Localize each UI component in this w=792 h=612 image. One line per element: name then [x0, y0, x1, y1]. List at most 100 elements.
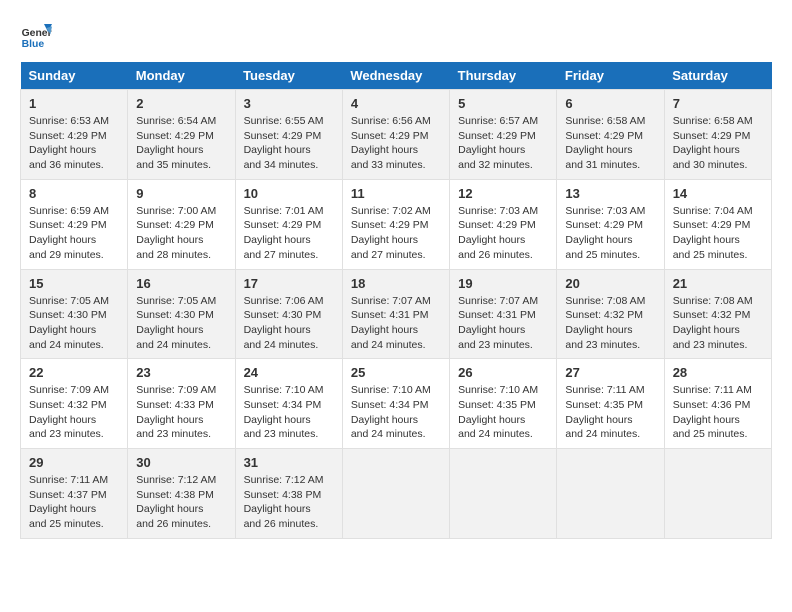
calendar-cell: 27 Sunrise: 7:11 AMSunset: 4:35 PMDaylig…	[557, 359, 664, 449]
day-info: Sunrise: 6:58 AMSunset: 4:29 PMDaylight …	[565, 115, 645, 171]
day-number: 25	[351, 365, 441, 380]
day-info: Sunrise: 6:58 AMSunset: 4:29 PMDaylight …	[673, 115, 753, 171]
day-info: Sunrise: 7:11 AMSunset: 4:37 PMDaylight …	[29, 474, 108, 530]
day-number: 28	[673, 365, 763, 380]
calendar-cell: 15 Sunrise: 7:05 AMSunset: 4:30 PMDaylig…	[21, 269, 128, 359]
calendar-cell: 6 Sunrise: 6:58 AMSunset: 4:29 PMDayligh…	[557, 90, 664, 180]
calendar-cell: 28 Sunrise: 7:11 AMSunset: 4:36 PMDaylig…	[664, 359, 771, 449]
calendar-cell	[664, 449, 771, 539]
calendar-cell: 1 Sunrise: 6:53 AMSunset: 4:29 PMDayligh…	[21, 90, 128, 180]
day-info: Sunrise: 7:00 AMSunset: 4:29 PMDaylight …	[136, 205, 216, 261]
day-number: 9	[136, 186, 226, 201]
col-header-friday: Friday	[557, 62, 664, 90]
day-info: Sunrise: 7:01 AMSunset: 4:29 PMDaylight …	[244, 205, 324, 261]
day-info: Sunrise: 7:07 AMSunset: 4:31 PMDaylight …	[351, 295, 431, 351]
week-row-3: 15 Sunrise: 7:05 AMSunset: 4:30 PMDaylig…	[21, 269, 772, 359]
col-header-sunday: Sunday	[21, 62, 128, 90]
day-info: Sunrise: 7:11 AMSunset: 4:36 PMDaylight …	[673, 384, 752, 440]
day-info: Sunrise: 6:53 AMSunset: 4:29 PMDaylight …	[29, 115, 109, 171]
calendar-cell: 17 Sunrise: 7:06 AMSunset: 4:30 PMDaylig…	[235, 269, 342, 359]
col-header-thursday: Thursday	[450, 62, 557, 90]
day-number: 17	[244, 276, 334, 291]
day-number: 4	[351, 96, 441, 111]
logo-icon: General Blue	[20, 20, 52, 52]
day-number: 22	[29, 365, 119, 380]
day-info: Sunrise: 7:09 AMSunset: 4:32 PMDaylight …	[29, 384, 109, 440]
day-number: 16	[136, 276, 226, 291]
day-number: 21	[673, 276, 763, 291]
calendar-table: SundayMondayTuesdayWednesdayThursdayFrid…	[20, 62, 772, 539]
day-info: Sunrise: 6:57 AMSunset: 4:29 PMDaylight …	[458, 115, 538, 171]
col-header-monday: Monday	[128, 62, 235, 90]
calendar-cell: 20 Sunrise: 7:08 AMSunset: 4:32 PMDaylig…	[557, 269, 664, 359]
week-row-5: 29 Sunrise: 7:11 AMSunset: 4:37 PMDaylig…	[21, 449, 772, 539]
calendar-cell: 4 Sunrise: 6:56 AMSunset: 4:29 PMDayligh…	[342, 90, 449, 180]
day-number: 11	[351, 186, 441, 201]
day-number: 26	[458, 365, 548, 380]
day-info: Sunrise: 6:59 AMSunset: 4:29 PMDaylight …	[29, 205, 109, 261]
calendar-cell: 8 Sunrise: 6:59 AMSunset: 4:29 PMDayligh…	[21, 179, 128, 269]
day-info: Sunrise: 7:07 AMSunset: 4:31 PMDaylight …	[458, 295, 538, 351]
day-number: 24	[244, 365, 334, 380]
day-info: Sunrise: 7:08 AMSunset: 4:32 PMDaylight …	[565, 295, 645, 351]
calendar-cell: 9 Sunrise: 7:00 AMSunset: 4:29 PMDayligh…	[128, 179, 235, 269]
calendar-cell: 21 Sunrise: 7:08 AMSunset: 4:32 PMDaylig…	[664, 269, 771, 359]
day-info: Sunrise: 7:10 AMSunset: 4:34 PMDaylight …	[244, 384, 324, 440]
calendar-cell: 22 Sunrise: 7:09 AMSunset: 4:32 PMDaylig…	[21, 359, 128, 449]
day-number: 14	[673, 186, 763, 201]
calendar-cell: 24 Sunrise: 7:10 AMSunset: 4:34 PMDaylig…	[235, 359, 342, 449]
day-info: Sunrise: 7:12 AMSunset: 4:38 PMDaylight …	[136, 474, 216, 530]
calendar-cell: 2 Sunrise: 6:54 AMSunset: 4:29 PMDayligh…	[128, 90, 235, 180]
day-info: Sunrise: 6:55 AMSunset: 4:29 PMDaylight …	[244, 115, 324, 171]
week-row-1: 1 Sunrise: 6:53 AMSunset: 4:29 PMDayligh…	[21, 90, 772, 180]
calendar-cell	[342, 449, 449, 539]
day-info: Sunrise: 7:10 AMSunset: 4:34 PMDaylight …	[351, 384, 431, 440]
day-number: 13	[565, 186, 655, 201]
day-number: 15	[29, 276, 119, 291]
calendar-cell: 29 Sunrise: 7:11 AMSunset: 4:37 PMDaylig…	[21, 449, 128, 539]
day-number: 12	[458, 186, 548, 201]
col-header-tuesday: Tuesday	[235, 62, 342, 90]
logo: General Blue	[20, 20, 52, 52]
day-number: 19	[458, 276, 548, 291]
day-number: 1	[29, 96, 119, 111]
day-info: Sunrise: 7:03 AMSunset: 4:29 PMDaylight …	[565, 205, 645, 261]
day-number: 8	[29, 186, 119, 201]
calendar-cell	[450, 449, 557, 539]
day-number: 30	[136, 455, 226, 470]
calendar-cell: 5 Sunrise: 6:57 AMSunset: 4:29 PMDayligh…	[450, 90, 557, 180]
page-header: General Blue	[20, 20, 772, 52]
day-number: 10	[244, 186, 334, 201]
day-number: 3	[244, 96, 334, 111]
calendar-cell: 14 Sunrise: 7:04 AMSunset: 4:29 PMDaylig…	[664, 179, 771, 269]
calendar-header-row: SundayMondayTuesdayWednesdayThursdayFrid…	[21, 62, 772, 90]
calendar-cell: 10 Sunrise: 7:01 AMSunset: 4:29 PMDaylig…	[235, 179, 342, 269]
day-info: Sunrise: 7:06 AMSunset: 4:30 PMDaylight …	[244, 295, 324, 351]
svg-text:Blue: Blue	[22, 39, 45, 50]
day-info: Sunrise: 7:12 AMSunset: 4:38 PMDaylight …	[244, 474, 324, 530]
day-info: Sunrise: 7:05 AMSunset: 4:30 PMDaylight …	[136, 295, 216, 351]
calendar-cell: 19 Sunrise: 7:07 AMSunset: 4:31 PMDaylig…	[450, 269, 557, 359]
day-number: 6	[565, 96, 655, 111]
day-number: 5	[458, 96, 548, 111]
calendar-cell: 30 Sunrise: 7:12 AMSunset: 4:38 PMDaylig…	[128, 449, 235, 539]
calendar-cell: 11 Sunrise: 7:02 AMSunset: 4:29 PMDaylig…	[342, 179, 449, 269]
calendar-cell: 25 Sunrise: 7:10 AMSunset: 4:34 PMDaylig…	[342, 359, 449, 449]
calendar-cell: 13 Sunrise: 7:03 AMSunset: 4:29 PMDaylig…	[557, 179, 664, 269]
day-number: 18	[351, 276, 441, 291]
day-number: 31	[244, 455, 334, 470]
day-info: Sunrise: 7:03 AMSunset: 4:29 PMDaylight …	[458, 205, 538, 261]
day-number: 29	[29, 455, 119, 470]
day-info: Sunrise: 7:05 AMSunset: 4:30 PMDaylight …	[29, 295, 109, 351]
day-number: 2	[136, 96, 226, 111]
calendar-cell: 26 Sunrise: 7:10 AMSunset: 4:35 PMDaylig…	[450, 359, 557, 449]
calendar-cell: 12 Sunrise: 7:03 AMSunset: 4:29 PMDaylig…	[450, 179, 557, 269]
calendar-cell: 7 Sunrise: 6:58 AMSunset: 4:29 PMDayligh…	[664, 90, 771, 180]
week-row-4: 22 Sunrise: 7:09 AMSunset: 4:32 PMDaylig…	[21, 359, 772, 449]
day-info: Sunrise: 6:54 AMSunset: 4:29 PMDaylight …	[136, 115, 216, 171]
day-number: 7	[673, 96, 763, 111]
calendar-cell: 16 Sunrise: 7:05 AMSunset: 4:30 PMDaylig…	[128, 269, 235, 359]
day-info: Sunrise: 7:04 AMSunset: 4:29 PMDaylight …	[673, 205, 753, 261]
day-info: Sunrise: 6:56 AMSunset: 4:29 PMDaylight …	[351, 115, 431, 171]
day-info: Sunrise: 7:09 AMSunset: 4:33 PMDaylight …	[136, 384, 216, 440]
